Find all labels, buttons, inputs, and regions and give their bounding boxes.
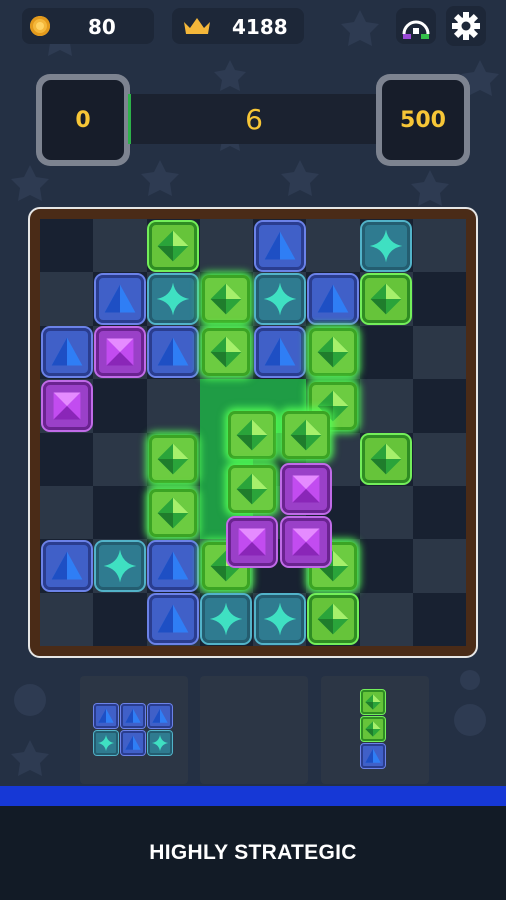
dragged-piece-green-gem[interactable] [281,411,330,460]
dragged-piece-green-gem[interactable] [228,411,277,460]
coin-counter[interactable]: 80 [22,8,154,44]
tray-green-gem [361,690,385,714]
tray-blue-gem [361,744,385,768]
green-gem-block [149,221,198,270]
board-cell[interactable] [412,432,466,486]
coin-count: 80 [88,15,116,39]
footer-divider [0,786,506,806]
board-cell[interactable] [40,485,94,540]
board-cell[interactable] [359,539,413,593]
teal-gem-block [202,595,251,644]
footer-banner: HIGHLY STRATEGIC [0,806,506,900]
blue-gem-block [149,595,198,644]
board-cell[interactable] [93,379,147,433]
best-score-counter: 4188 [172,8,304,44]
board-cell[interactable] [412,379,466,433]
board-cell[interactable] [306,219,360,273]
tray-blue-gem [121,704,145,728]
teal-gem-block [255,595,304,644]
teal-gem-block [149,275,198,324]
board-cell[interactable] [93,219,147,273]
teal-gem-block [362,221,411,270]
green-gem-block [149,435,198,484]
board-cell[interactable] [146,379,200,433]
blue-gem-block [149,541,198,590]
best-score-value: 4188 [232,15,288,39]
teal-gem-block [255,275,304,324]
tagline: HIGHLY STRATEGIC [149,841,357,864]
green-gem-block [308,328,357,377]
board-cell[interactable] [40,592,94,647]
blue-gem-block [308,275,357,324]
tray-blue-gem [121,731,145,755]
board-cell[interactable] [199,219,253,273]
board-cell[interactable] [412,325,466,380]
green-gem-block [362,435,411,484]
tray-teal-gem [148,731,172,755]
dragged-piece-purple-gem[interactable] [281,517,330,566]
level-start-box: 0 [36,74,130,166]
blue-gem-block [255,328,304,377]
gear-icon [452,12,480,40]
coin-icon [30,16,50,36]
dragged-piece-purple-gem[interactable] [228,517,277,566]
green-gem-block [202,328,251,377]
board-cell[interactable] [93,432,147,486]
board-cell[interactable] [412,539,466,593]
board-cell[interactable] [40,272,94,326]
level-start-value: 0 [75,107,91,133]
dragged-piece-purple-gem[interactable] [281,464,330,513]
top-bar: 80 4188 [0,0,506,52]
level-target-value: 500 [400,107,446,133]
board-cell[interactable] [40,432,94,486]
green-gem-block [149,488,198,537]
board-cell[interactable] [359,592,413,647]
piece-slot-1[interactable] [80,676,188,784]
blue-gem-block [149,328,198,377]
blue-gem-block [255,221,304,270]
level-target-box: 500 [376,74,470,166]
tray-blue-gem [148,704,172,728]
purple-gem-block [42,381,91,430]
crown-icon [184,18,210,34]
speed-meter-button[interactable] [396,8,436,44]
speed-meter-icon [402,20,430,39]
game-board[interactable] [40,219,466,647]
piece-slot-2 [200,676,308,784]
board-cell[interactable] [359,485,413,540]
board-cell[interactable] [412,592,466,647]
blue-gem-block [42,328,91,377]
tray-blue-gem [94,704,118,728]
settings-button[interactable] [446,6,486,46]
score-progress-bar: 6 [128,94,380,144]
board-cell[interactable] [412,485,466,540]
green-gem-block [308,595,357,644]
purple-gem-block [95,328,144,377]
board-cell[interactable] [93,485,147,540]
dragged-piece-green-gem[interactable] [228,464,277,513]
board-cell[interactable] [93,592,147,647]
board-cell[interactable] [412,272,466,326]
green-gem-block [362,275,411,324]
board-cell[interactable] [412,219,466,273]
board-cell[interactable] [359,379,413,433]
game-board-frame [28,207,478,658]
current-score: 6 [245,102,263,136]
tray-green-gem [361,717,385,741]
green-gem-block [202,275,251,324]
board-cell[interactable] [359,325,413,380]
board-cell[interactable] [40,219,94,273]
blue-gem-block [95,275,144,324]
tray-teal-gem [94,731,118,755]
teal-gem-block [95,541,144,590]
piece-slot-3[interactable] [321,676,429,784]
blue-gem-block [42,541,91,590]
